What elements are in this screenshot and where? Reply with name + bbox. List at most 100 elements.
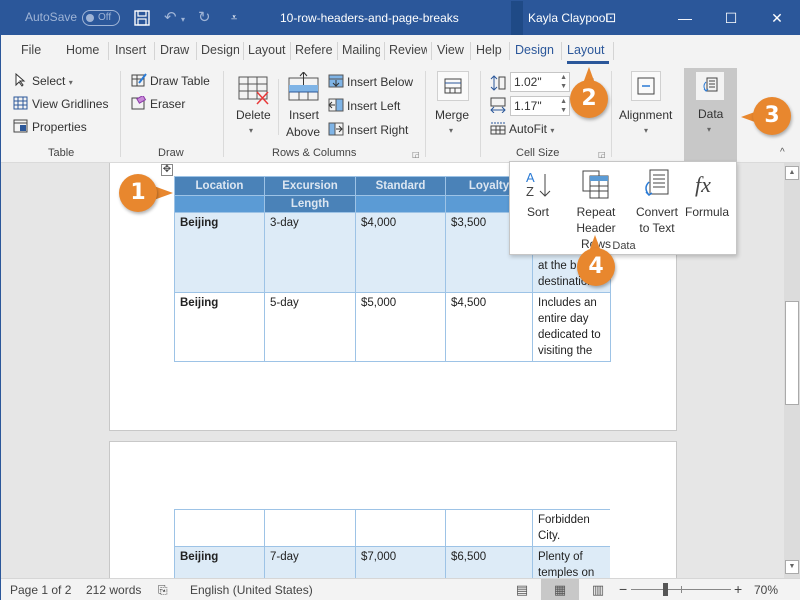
note-line: visiting the [538,345,593,357]
convert-to-text-button[interactable]: Convert to Text [634,168,680,236]
cell-loyalty[interactable] [445,509,533,547]
cell-standard[interactable]: $5,000 [355,292,446,362]
cell-notes[interactable]: Forbidden City. [532,509,610,547]
cell-standard[interactable]: $4,000 [355,212,446,293]
tab-table-layout[interactable]: Layout [567,43,605,57]
cell-loyalty[interactable]: $6,500 [445,546,533,578]
insert-above-icon [288,71,320,105]
data-icon [696,72,724,100]
formula-button[interactable]: fx Formula [682,168,732,220]
maximize-button[interactable]: ☐ [708,1,754,35]
minimize-button[interactable]: — [662,1,708,35]
insert-below-button[interactable]: Insert Below [328,74,413,90]
close-button[interactable]: ✕ [754,1,800,35]
proofing-icon[interactable]: ⎘ [158,583,168,598]
note-line: Includes an [538,297,597,309]
insert-right-label: Insert Right [347,123,409,137]
table-move-handle-icon[interactable]: ✥ [161,164,173,176]
save-icon[interactable] [133,9,151,32]
collapse-ribbon-icon[interactable]: ^ [780,147,785,158]
customize-toolbar-icon[interactable]: ⩡ [231,9,237,27]
zoom-level[interactable]: 70% [754,583,778,597]
eraser-button[interactable]: Eraser [131,94,185,112]
group-divider [480,71,481,157]
zoom-in-button[interactable]: + [734,581,742,597]
zoom-slider-thumb[interactable] [663,583,668,596]
cell-length[interactable]: 3-day [264,212,356,293]
cell-standard[interactable] [355,509,446,547]
web-layout-icon[interactable]: ▥ [579,579,617,600]
tab-table-design[interactable]: Design [515,43,554,57]
page-count[interactable]: Page 1 of 2 [10,583,71,597]
undo-icon[interactable]: ↶ [164,9,177,27]
insert-left-button[interactable]: Insert Left [328,98,400,114]
tab-insert[interactable]: Insert [115,43,151,57]
cell-length[interactable] [264,509,356,547]
insert-right-button[interactable]: Insert Right [328,122,408,138]
cell-notes[interactable]: Plenty of temples on [532,546,610,578]
header-cell [355,195,446,213]
dialog-launcher-icon[interactable]: ◲ [412,150,420,159]
cell-location[interactable]: Beijing [174,292,265,362]
undo-dropdown-icon[interactable]: ▾ [181,11,185,29]
spin-arrows-icon[interactable]: ▲ ▼ [560,73,567,91]
table-row: Beijing 5-day $5,000 $4,500 Includes an e… [174,292,611,362]
spin-arrows-icon[interactable]: ▲ ▼ [560,97,567,115]
tab-divider [561,42,562,60]
table-row: Forbidden City. [174,509,610,547]
tab-file[interactable]: File [21,43,41,57]
row-height-value: 1.02" [514,75,542,89]
word-count[interactable]: 212 words [86,583,141,597]
language[interactable]: English (United States) [190,583,313,597]
cell-notes[interactable]: Includes an entire day dedicated to visitin… [532,292,611,362]
tab-help[interactable]: Help [476,43,502,57]
vertical-scrollbar[interactable]: ▲ ▼ [784,163,800,578]
tab-design[interactable]: Design [201,43,239,57]
tab-review[interactable]: Review [389,43,427,57]
callout-1: 1 [119,174,157,212]
cell-standard[interactable]: $7,000 [355,546,446,578]
cell-location[interactable]: Beijing [174,212,265,293]
tab-view[interactable]: View [437,43,464,57]
tab-mailings[interactable]: Mailings [342,43,380,57]
cell-length[interactable]: 5-day [264,292,356,362]
scroll-up-icon[interactable]: ▲ [785,166,799,180]
redo-icon[interactable]: ↻ [198,9,211,27]
note-line: Forbidden [538,514,590,526]
view-gridlines-button[interactable]: View Gridlines [13,96,108,112]
column-width-input[interactable]: 1.17" ▲ ▼ [510,96,570,116]
tab-draw[interactable]: Draw [160,43,192,57]
dialog-launcher-icon[interactable]: ◲ [598,150,606,159]
autosave-toggle[interactable]: Off [82,10,120,26]
data-button[interactable]: Data ▾ [684,68,737,161]
cell-location[interactable] [174,509,265,547]
delete-label: Delete [236,108,271,122]
print-layout-icon[interactable]: ▦ [541,579,579,600]
tab-layout[interactable]: Layout [248,43,286,57]
cell-length[interactable]: 7-day [264,546,356,578]
cell-location[interactable]: Beijing [174,546,265,578]
select-label: Select [32,74,66,88]
properties-button[interactable]: Properties [13,119,87,135]
scroll-down-icon[interactable]: ▼ [785,560,799,574]
cell-loyalty[interactable]: $4,500 [445,292,533,362]
row-height-input[interactable]: 1.02" ▲ ▼ [510,72,570,92]
read-mode-icon[interactable]: ▤ [503,579,541,600]
chevron-down-icon: ▾ [249,126,254,135]
note-line: City. [538,530,561,542]
ribbon-display-options-icon[interactable]: ⊡ [588,1,634,35]
insert-below-label: Insert Below [347,75,414,89]
select-button[interactable]: Select ▾ [13,72,73,91]
zoom-out-button[interactable]: − [619,581,627,597]
tab-references[interactable]: References [295,43,333,57]
group-divider [611,71,612,157]
autosave-label: AutoSave [25,10,78,24]
autofit-button[interactable]: AutoFit ▾ [490,121,554,139]
tab-home[interactable]: Home [66,43,99,57]
scroll-thumb[interactable] [785,301,799,405]
draw-table-button[interactable]: Draw Table [131,73,210,89]
tab-divider [290,42,291,60]
column-width-icon [490,97,506,116]
sort-button[interactable]: AZ Sort [520,168,556,220]
status-bar: Page 1 of 2 212 words ⎘ English (United … [1,578,800,600]
